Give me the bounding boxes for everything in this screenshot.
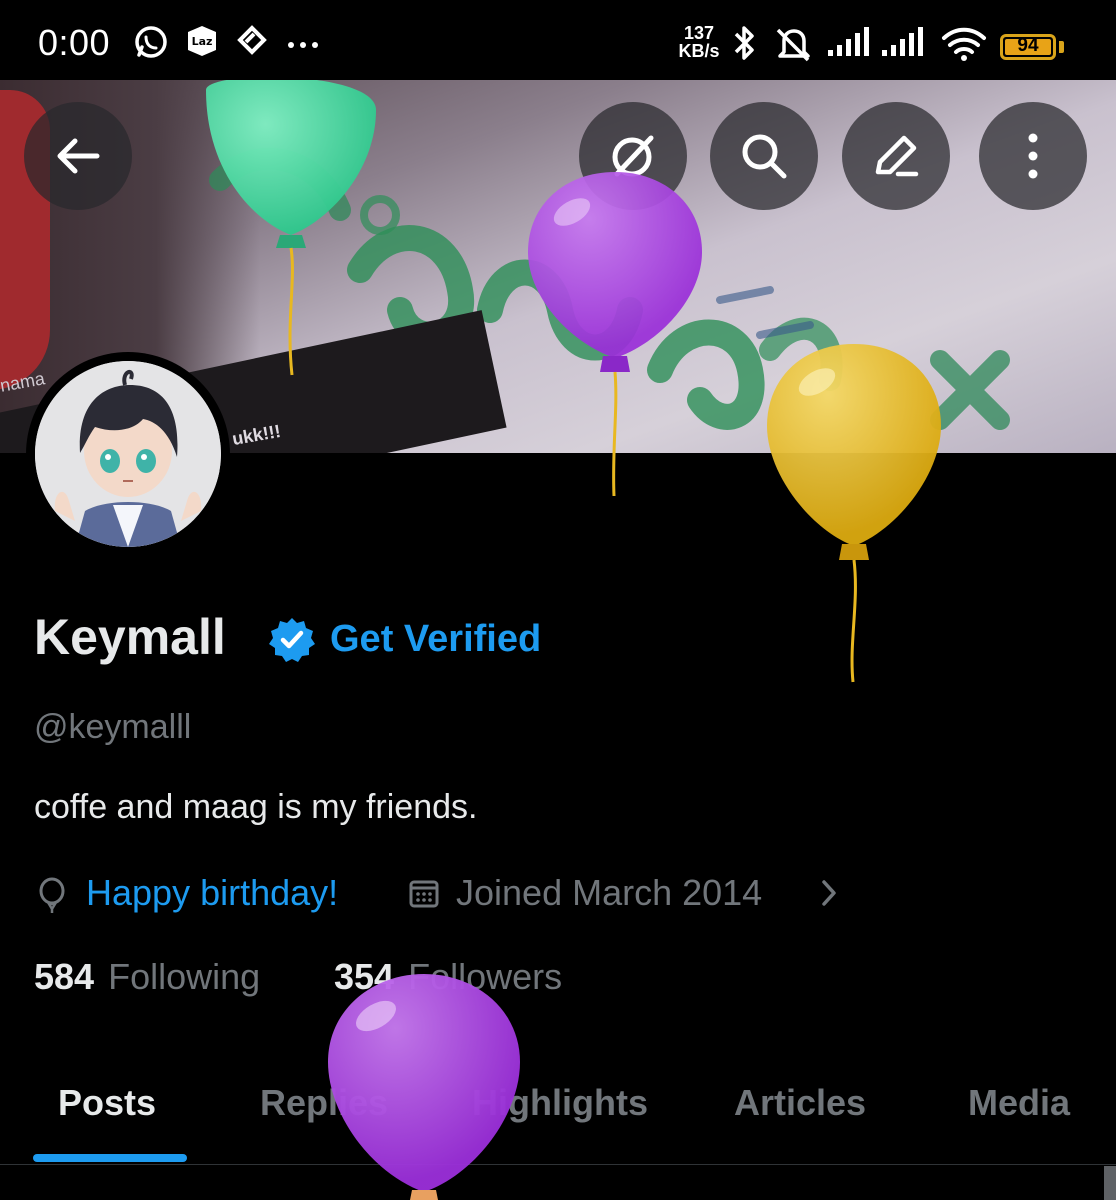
birthday-link[interactable]: Happy birthday! xyxy=(86,872,338,914)
signal-icon xyxy=(882,27,923,56)
followers-label: Followers xyxy=(408,956,563,997)
status-bar: 0:00 Laz 137 KB/s 94 xyxy=(0,0,1116,80)
tab-media[interactable]: Media xyxy=(968,1082,1070,1124)
svg-text:Laz: Laz xyxy=(192,35,213,48)
back-button[interactable] xyxy=(24,102,132,210)
followers-count: 354 xyxy=(334,956,395,997)
tab-posts[interactable]: Posts xyxy=(58,1082,156,1124)
grok-button[interactable] xyxy=(579,102,687,210)
grok-icon xyxy=(612,135,654,177)
battery-icon: 94 xyxy=(1000,34,1056,60)
more-vertical-icon xyxy=(1028,133,1038,179)
tab-highlights[interactable]: Highlights xyxy=(472,1082,648,1124)
profile-name: Keymall xyxy=(34,609,226,665)
avatar[interactable] xyxy=(35,361,221,547)
following-stat[interactable]: 584 Following xyxy=(34,956,260,998)
signal-icon xyxy=(828,27,869,56)
scrollbar[interactable] xyxy=(1104,1166,1116,1200)
profile-handle: @keymalll xyxy=(34,708,192,746)
more-dots-icon xyxy=(288,42,318,48)
lazada-icon: Laz xyxy=(188,26,216,56)
get-verified-link[interactable]: Get Verified xyxy=(330,618,541,661)
search-icon xyxy=(742,134,787,179)
joined-date: Joined March 2014 xyxy=(456,872,763,913)
status-time: 0:00 xyxy=(38,22,111,63)
tab-articles[interactable]: Articles xyxy=(734,1082,866,1124)
whatsapp-icon xyxy=(135,26,167,58)
more-options-button[interactable] xyxy=(979,102,1087,210)
silent-bell-icon xyxy=(776,28,810,62)
verified-badge-icon[interactable] xyxy=(268,616,316,664)
wifi-icon xyxy=(942,27,986,61)
balloon-icon xyxy=(39,877,65,913)
messaging-app-icon xyxy=(237,25,267,55)
profile-bio: coffe and maag is my friends. xyxy=(34,788,478,826)
chevron-right-icon[interactable] xyxy=(818,878,840,908)
search-button[interactable] xyxy=(710,102,818,210)
following-count: 584 xyxy=(34,956,95,997)
bluetooth-icon xyxy=(734,26,754,60)
network-speed: 137 KB/s xyxy=(678,23,720,61)
battery-level: 94 xyxy=(1017,35,1039,56)
tabs-divider xyxy=(0,1164,1116,1165)
back-arrow-icon xyxy=(57,138,100,174)
following-label: Following xyxy=(108,956,261,997)
edit-icon xyxy=(875,135,919,177)
followers-stat[interactable]: 354 Followers xyxy=(334,956,562,998)
edit-button[interactable] xyxy=(842,102,950,210)
active-tab-indicator xyxy=(33,1154,187,1162)
calendar-icon xyxy=(409,880,439,908)
avatar-illustration xyxy=(35,361,221,547)
tab-replies[interactable]: Replies xyxy=(260,1082,388,1124)
